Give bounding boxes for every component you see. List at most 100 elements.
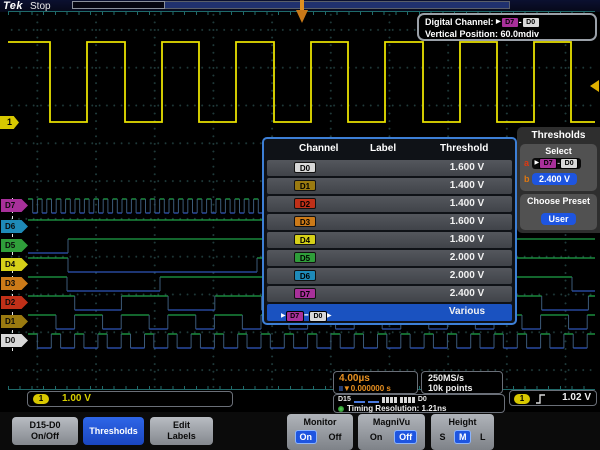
preset-heading: Choose Preset xyxy=(520,194,597,206)
side-panel-title: Thresholds xyxy=(517,130,600,141)
rising-edge-icon xyxy=(536,394,546,404)
badge-d7: D7 xyxy=(294,288,316,299)
row-d7-d0-selected[interactable]: ▶D7-D0▶ Various xyxy=(267,304,512,321)
horizontal-readout: 4.00µs II▼0.000000 s xyxy=(333,371,418,394)
knob-b-value: 2.400 V xyxy=(532,173,577,185)
trigger-source-badge: 1 xyxy=(514,394,530,404)
digital-status-left: D15 xyxy=(338,395,351,404)
row-d7[interactable]: D7 2.400 V xyxy=(267,286,512,302)
info-line1-label: Digital Channel: xyxy=(425,17,494,27)
trigger-level-marker-icon xyxy=(590,80,599,92)
play-icon: ▶ xyxy=(327,313,332,319)
magnivu-on-option[interactable]: On xyxy=(366,431,387,444)
button-line: Thresholds xyxy=(83,426,144,437)
threshold-d1: 1.400 V xyxy=(422,180,512,191)
select-heading: Select xyxy=(520,144,597,156)
threshold-various: Various xyxy=(422,306,512,317)
height-l-option[interactable]: L xyxy=(476,431,490,444)
row-d2[interactable]: D21.400 V xyxy=(267,196,512,212)
d7-d0-range-icons: ▶D7-D0▶ xyxy=(281,306,332,324)
threshold-d5: 2.000 V xyxy=(422,252,512,263)
inactive-channels-icon xyxy=(354,401,365,403)
trigger-position-marker xyxy=(296,0,308,26)
badge-d6: D6 xyxy=(294,270,316,281)
timing-resolution: Timing Resolution: 1.21ns xyxy=(347,404,446,413)
threshold-d7: 2.400 V xyxy=(422,288,512,299)
preset-box: Choose Preset User xyxy=(520,194,597,230)
knob-a-label: a xyxy=(524,158,529,168)
panel-d7-chip: D7 xyxy=(539,158,557,169)
row-d6[interactable]: D6 2.000 V xyxy=(267,268,512,284)
magnivu-group: MagniVu On Off xyxy=(358,414,425,450)
row-d4[interactable]: D41.800 V xyxy=(267,232,512,248)
digital-status-readout: D15 D0 Timing Resolution: 1.21ns xyxy=(333,394,505,413)
button-line: On/Off xyxy=(12,431,78,442)
badge-d7-range: D7 xyxy=(286,311,304,322)
trigger-position-stem xyxy=(300,0,304,10)
button-d15-d0-onoff[interactable]: D15-D0 On/Off xyxy=(12,417,78,445)
play-icon: ▶ xyxy=(496,19,501,25)
row-d1[interactable]: D1 1.400 V xyxy=(267,178,512,194)
badge-d0: D0 xyxy=(294,162,316,173)
dialog-header: Channel Label Threshold xyxy=(264,139,515,159)
row-d5[interactable]: D52.000 V xyxy=(267,250,512,266)
active-channels-icon xyxy=(400,397,415,403)
height-s-option[interactable]: S xyxy=(435,431,449,444)
button-thresholds[interactable]: Thresholds xyxy=(83,417,144,445)
knob-a-value: ▶D7-D0 xyxy=(532,158,582,169)
trigger-readout: 1 1.02 V xyxy=(509,390,597,406)
button-edit-labels[interactable]: Edit Labels xyxy=(150,417,213,445)
thresholds-side-panel: Thresholds Select a ▶D7-D0 b 2.400 V Cho… xyxy=(517,127,600,233)
trigger-level-value: 1.02 V xyxy=(562,392,591,403)
inactive-channels-icon xyxy=(368,401,379,403)
record-view-window xyxy=(165,1,510,9)
ch1-badge: 1 xyxy=(33,394,49,404)
monitor-label: Monitor xyxy=(287,414,353,428)
ch1-position-marker: 1 xyxy=(0,116,20,129)
record-view-bar xyxy=(72,1,510,9)
monitor-off-option[interactable]: Off xyxy=(325,431,346,444)
ch1-scale-value: 1.00 V xyxy=(62,393,91,404)
button-line: Labels xyxy=(150,431,213,442)
threshold-d3: 1.600 V xyxy=(422,216,512,227)
ch1-scale-readout: 1 1.00 V xyxy=(27,391,233,407)
monitor-on-option[interactable]: On xyxy=(295,430,318,444)
height-m-option[interactable]: M xyxy=(454,430,472,444)
threshold-d6: 2.000 V xyxy=(422,270,512,281)
preset-value[interactable]: User xyxy=(541,213,575,225)
badge-d0-range: D0 xyxy=(309,311,327,322)
badge-d2: D2 xyxy=(294,198,316,209)
horizontal-delay: ▼0.000000 s xyxy=(343,384,391,393)
play-icon: ▶ xyxy=(281,313,286,319)
height-group: Height S M L xyxy=(431,414,494,450)
acquisition-readout: 250MS/s 10k points xyxy=(421,371,503,394)
badge-d3: D3 xyxy=(294,216,316,227)
magnivu-off-option[interactable]: Off xyxy=(394,430,417,444)
ch1-marker-tag: 1 xyxy=(0,116,19,129)
horizontal-scale: 4.00µs xyxy=(339,373,412,384)
row-d3[interactable]: D3 1.600 V xyxy=(267,214,512,230)
badge-d1: D1 xyxy=(294,180,316,191)
knob-b-row[interactable]: b 2.400 V xyxy=(524,173,577,185)
digital-channel-info-box: Digital Channel: ▶D7-D0 Vertical Positio… xyxy=(417,13,597,41)
threshold-d4: 1.800 V xyxy=(422,234,512,245)
knob-a-row[interactable]: a ▶D7-D0 xyxy=(524,158,581,169)
d0-chip: D0 xyxy=(522,17,540,28)
magnivu-indicator-icon xyxy=(338,406,344,412)
oscilloscope-screen: Tek Stop 1 D7 D6 D5 D4 D3 D2 D1 D0 Digit… xyxy=(0,0,600,450)
record-view-expansion xyxy=(72,1,165,9)
select-box: Select a ▶D7-D0 b 2.400 V xyxy=(520,144,597,191)
row-d0[interactable]: D0 1.600 V xyxy=(267,160,512,176)
threshold-d0: 1.600 V xyxy=(422,162,512,173)
col-threshold: Threshold xyxy=(440,143,488,154)
monitor-group: Monitor On Off xyxy=(287,414,353,450)
col-channel: Channel xyxy=(299,143,338,154)
height-label: Height xyxy=(431,414,494,428)
col-label: Label xyxy=(370,143,396,154)
d7-chip: D7 xyxy=(501,17,519,28)
knob-b-label: b xyxy=(524,174,530,184)
threshold-dialog: Channel Label Threshold D0 1.600 V D1 1.40… xyxy=(262,137,517,325)
sample-rate: 250MS/s xyxy=(428,373,496,383)
digital-status-right: D0 xyxy=(418,395,427,404)
trigger-position-arrow-icon xyxy=(296,10,308,23)
